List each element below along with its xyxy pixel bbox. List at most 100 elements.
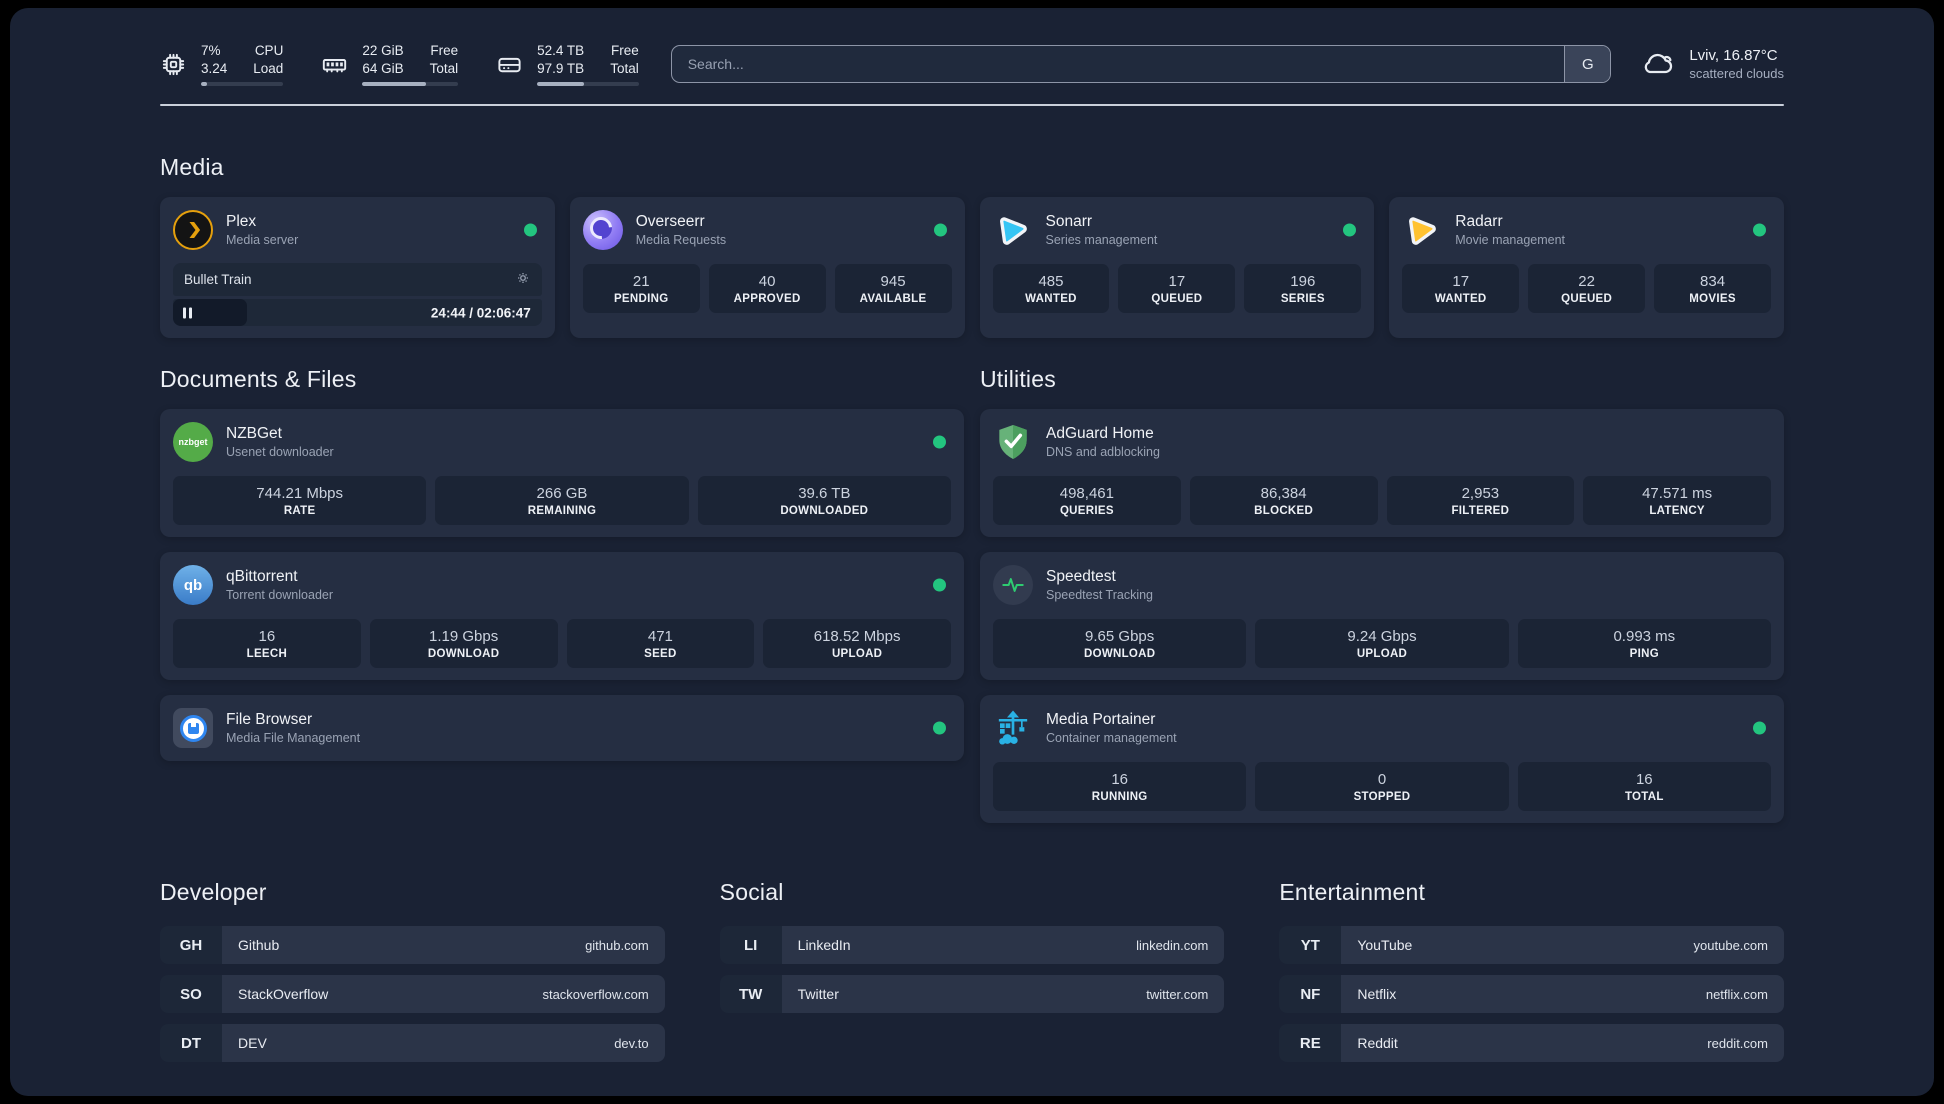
qbittorrent-card[interactable]: qb qBittorrent Torrent downloader 16 LEE… — [160, 552, 964, 680]
bookmark-abbr: RE — [1279, 1024, 1342, 1062]
speedtest-card[interactable]: Speedtest Speedtest Tracking 9.65 Gbps D… — [980, 552, 1784, 680]
stat-label: UPLOAD — [1356, 648, 1408, 660]
stat-value: 744.21 Mbps — [256, 485, 344, 502]
status-dot — [1753, 223, 1766, 237]
stat-blocked: 86,384 BLOCKED — [1189, 476, 1378, 525]
bookmark-linkedin[interactable]: LI LinkedIn linkedin.com — [719, 926, 1225, 964]
status-dot — [933, 223, 947, 237]
disk-stat: 52.4 TB Free 97.9 TB Total — [496, 42, 639, 87]
bookmark-github[interactable]: GH Github github.com — [160, 926, 665, 964]
bookmark-reddit[interactable]: RE Reddit reddit.com — [1279, 1024, 1784, 1062]
app-name: Sonarr — [1045, 213, 1093, 230]
app-name: NZBGet — [226, 425, 282, 442]
bookmark-stackoverflow[interactable]: SO StackOverflow stackoverflow.com — [160, 975, 665, 1013]
speedtest-icon — [993, 565, 1033, 605]
disk-total: 97.9 TB — [537, 60, 585, 76]
utilities-section: Utilities AdGuard Home DNS and adblockin… — [980, 366, 1784, 823]
stat-value: 9.65 Gbps — [1085, 628, 1155, 645]
bookmark-abbr: GH — [160, 926, 222, 964]
app-subtitle: Torrent downloader — [226, 588, 334, 602]
qbittorrent-icon: qb — [173, 565, 213, 605]
cpu-usage: 7% — [201, 42, 221, 58]
stat-label: TOTAL — [1624, 791, 1664, 803]
stat-seed: 471 SEED — [566, 619, 755, 668]
now-playing-title: Bullet Train — [184, 272, 252, 287]
stat-label: QUERIES — [1059, 505, 1114, 517]
bookmark-name: StackOverflow — [238, 986, 329, 1002]
status-dot — [1343, 223, 1357, 237]
filebrowser-card[interactable]: File Browser Media File Management — [160, 695, 964, 761]
search-input[interactable] — [670, 45, 1612, 83]
app-subtitle: Speedtest Tracking — [1046, 588, 1154, 602]
stat-value: 0.993 ms — [1613, 628, 1676, 645]
bookmark-name: Netflix — [1357, 986, 1397, 1002]
system-stats: 7% CPU 3.24 Load 22 GiB Free 64 GiB Tota… — [160, 42, 639, 87]
documents-section: Documents & Files nzbget NZBGet Usenet d… — [160, 366, 964, 761]
section-title-documents: Documents & Files — [160, 366, 357, 392]
status-dot — [933, 721, 946, 735]
stat-value: 2,953 — [1461, 485, 1500, 502]
stat-label: PENDING — [613, 293, 669, 305]
portainer-card[interactable]: Media Portainer Container management 16 … — [980, 695, 1784, 823]
bookmark-url: reddit.com — [1707, 1035, 1768, 1051]
nzbget-card[interactable]: nzbget NZBGet Usenet downloader 744.21 M… — [160, 409, 964, 537]
bookmark-dev[interactable]: DT DEV dev.to — [160, 1024, 665, 1062]
memory-progress-bar — [362, 82, 459, 87]
app-subtitle: Container management — [1046, 731, 1177, 745]
bookmark-name: YouTube — [1357, 937, 1413, 953]
search-bar: G — [670, 45, 1612, 83]
bookmark-youtube[interactable]: YT YouTube youtube.com — [1279, 926, 1784, 964]
stat-value: 17 — [1452, 273, 1470, 290]
section-title-media: Media — [160, 154, 224, 180]
settings-icon[interactable] — [515, 270, 531, 289]
stat-download: 1.19 Gbps DOWNLOAD — [369, 619, 558, 668]
stat-label: AVAILABLE — [859, 293, 927, 305]
stat-value: 834 — [1700, 273, 1726, 290]
stat-wanted: 17 WANTED — [1402, 264, 1520, 313]
overseerr-card[interactable]: Overseerr Media Requests 21 PENDING 40 A… — [569, 197, 965, 338]
bookmark-name: DEV — [238, 1035, 267, 1051]
stat-value: 0 — [1377, 771, 1387, 788]
app-name: Overseerr — [635, 213, 705, 230]
bookmark-netflix[interactable]: NF Netflix netflix.com — [1279, 975, 1784, 1013]
bookmark-url: stackoverflow.com — [542, 986, 649, 1002]
disk-free: 52.4 TB — [537, 42, 585, 58]
bookmark-url: dev.to — [614, 1035, 649, 1051]
sonarr-card[interactable]: Sonarr Series management 485 WANTED 17 Q… — [979, 197, 1375, 338]
stat-value: 40 — [758, 273, 776, 290]
stat-value: 266 GB — [536, 485, 588, 502]
filebrowser-icon — [173, 708, 213, 748]
search-engine-button[interactable]: G — [1564, 46, 1611, 82]
stat-label: RATE — [283, 505, 316, 517]
bookmark-url: youtube.com — [1693, 937, 1768, 953]
stat-ping: 0.993 ms PING — [1517, 619, 1771, 668]
stat-label: RUNNING — [1091, 791, 1148, 803]
stat-label: QUEUED — [1561, 293, 1613, 305]
app-name: qBittorrent — [226, 568, 298, 585]
stat-value: 16 — [1635, 771, 1653, 788]
cpu-load: 3.24 — [201, 60, 228, 76]
stat-pending: 21 PENDING — [582, 264, 700, 313]
disk-free-label: Free — [610, 42, 639, 58]
bookmark-url: github.com — [585, 937, 649, 953]
stat-label: SERIES — [1280, 293, 1325, 305]
radarr-card[interactable]: Radarr Movie management 17 WANTED 22 QUE… — [1389, 197, 1784, 338]
bookmark-twitter[interactable]: TW Twitter twitter.com — [719, 975, 1225, 1013]
overseerr-icon — [582, 210, 623, 250]
pause-icon[interactable] — [183, 307, 192, 318]
stat-download: 9.65 Gbps DOWNLOAD — [993, 619, 1247, 668]
stat-value: 618.52 Mbps — [813, 628, 901, 645]
stat-value: 9.24 Gbps — [1347, 628, 1417, 645]
stat-latency: 47.571 ms LATENCY — [1583, 476, 1771, 525]
app-name: Plex — [226, 213, 257, 230]
stat-value: 17 — [1168, 273, 1186, 290]
memory-total: 64 GiB — [362, 60, 404, 76]
adguard-card[interactable]: AdGuard Home DNS and adblocking 498,461 … — [980, 409, 1784, 537]
plex-card[interactable]: Plex Media server Bullet Train 24:44 / 0… — [160, 197, 555, 338]
stat-label: DOWNLOADED — [780, 505, 869, 517]
section-title-developer: Developer — [160, 879, 267, 905]
stat-upload: 9.24 Gbps UPLOAD — [1255, 619, 1509, 668]
status-dot — [933, 435, 946, 449]
disk-total-label: Total — [610, 60, 639, 76]
radarr-icon — [1402, 210, 1442, 250]
